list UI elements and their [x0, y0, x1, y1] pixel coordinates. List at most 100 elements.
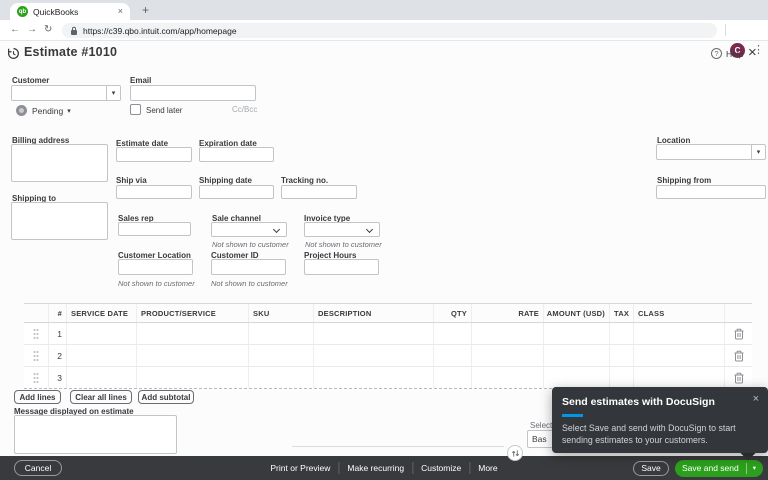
send-later-label: Send later [146, 106, 183, 115]
shipping-to-field[interactable] [11, 202, 108, 240]
chevron-down-icon: ▾ [67, 107, 71, 115]
add-lines-button[interactable]: Add lines [14, 390, 61, 404]
help-button[interactable]: ? Help [711, 48, 743, 59]
sales-rep-field[interactable] [118, 222, 191, 236]
cell-rate[interactable] [471, 345, 543, 366]
new-tab-button[interactable]: + [142, 3, 149, 17]
cell-class[interactable] [633, 345, 724, 366]
col-rate: RATE [471, 304, 543, 322]
col-sku: SKU [248, 304, 313, 322]
cell-sku[interactable] [248, 367, 313, 388]
cell-description[interactable] [313, 367, 433, 388]
cell-rate[interactable] [471, 367, 543, 388]
chevron-down-icon[interactable]: ▾ [751, 145, 765, 159]
cell-amount[interactable] [543, 345, 609, 366]
expiration-date-field[interactable] [199, 147, 274, 162]
shipping-from-field[interactable] [656, 185, 766, 199]
cancel-button[interactable]: Cancel [14, 460, 62, 476]
project-hours-field[interactable] [304, 259, 379, 275]
col-number: # [48, 304, 66, 322]
drag-handle-icon[interactable] [24, 367, 48, 388]
cell-sku[interactable] [248, 323, 313, 344]
cell-amount[interactable] [543, 367, 609, 388]
cell-class[interactable] [633, 367, 724, 388]
customize-button[interactable]: Customize [421, 463, 461, 473]
save-button[interactable]: Save [633, 460, 670, 476]
cell-tax[interactable] [609, 367, 633, 388]
tracking-no-label: Tracking no. [281, 176, 329, 185]
browser-toolbar: ← → ↻ https://c39.qbo.intuit.com/app/hom… [0, 20, 768, 58]
table-row[interactable]: 2 [24, 345, 752, 367]
cell-service-date[interactable] [66, 367, 136, 388]
cell-service-date[interactable] [66, 323, 136, 344]
cell-product-service[interactable] [136, 323, 248, 344]
cell-rate[interactable] [471, 323, 543, 344]
sale-channel-select[interactable] [211, 222, 287, 237]
col-qty: QTY [433, 304, 471, 322]
make-recurring-button[interactable]: Make recurring [347, 463, 404, 473]
popup-accent-bar [562, 414, 583, 417]
table-row[interactable]: 1 [24, 323, 752, 345]
cell-tax[interactable] [609, 345, 633, 366]
cell-description[interactable] [313, 345, 433, 366]
shipping-date-field[interactable] [199, 185, 274, 199]
delete-row-icon[interactable] [724, 323, 752, 344]
cell-sku[interactable] [248, 345, 313, 366]
refresh-icon[interactable]: ↻ [44, 24, 52, 35]
cell-amount[interactable] [543, 323, 609, 344]
address-bar[interactable]: https://c39.qbo.intuit.com/app/homepage [62, 23, 717, 38]
chevron-down-icon[interactable]: ▾ [753, 464, 756, 472]
drag-handle-icon[interactable] [24, 345, 48, 366]
print-or-preview-button[interactable]: Print or Preview [270, 463, 330, 473]
back-icon[interactable]: ← [10, 24, 20, 35]
cell-qty[interactable] [433, 345, 471, 366]
customer-id-field[interactable] [211, 259, 286, 275]
clear-all-lines-button[interactable]: Clear all lines [70, 390, 132, 404]
row-number: 2 [48, 345, 66, 366]
location-select[interactable]: ▾ [656, 144, 766, 160]
quickbooks-estimate-window: qb QuickBooks × + ← → ↻ https://c39.qbo.… [0, 0, 768, 480]
cell-tax[interactable] [609, 323, 633, 344]
status-badge[interactable]: Pending ▾ [16, 105, 71, 116]
save-and-send-button[interactable]: Save and send ▾ [675, 459, 763, 477]
lock-icon [71, 26, 77, 35]
send-later-checkbox[interactable] [130, 104, 141, 115]
popup-close-icon[interactable]: × [753, 393, 759, 405]
email-field[interactable] [130, 85, 256, 101]
forward-icon[interactable]: → [27, 24, 37, 35]
expand-totals-button[interactable] [507, 445, 523, 461]
message-field[interactable] [14, 415, 177, 454]
cell-description[interactable] [313, 323, 433, 344]
col-tax: TAX [609, 304, 633, 322]
col-description: DESCRIPTION [313, 304, 433, 322]
estimate-date-field[interactable] [116, 147, 192, 162]
cell-service-date[interactable] [66, 345, 136, 366]
row-number: 3 [48, 367, 66, 388]
cc-bcc-link[interactable]: Cc/Bcc [232, 105, 257, 114]
more-button[interactable]: More [478, 463, 497, 473]
invoice-type-select[interactable] [304, 222, 380, 237]
cell-product-service[interactable] [136, 345, 248, 366]
not-shown-note: Not shown to customer [305, 240, 382, 249]
cell-qty[interactable] [433, 367, 471, 388]
delete-row-icon[interactable] [724, 367, 752, 388]
tracking-no-field[interactable] [281, 185, 357, 199]
cell-qty[interactable] [433, 323, 471, 344]
docusign-popup: Send estimates with DocuSign × Select Sa… [552, 387, 768, 453]
chevron-down-icon[interactable]: ▾ [106, 86, 120, 100]
col-amount: AMOUNT (USD) [543, 304, 609, 322]
customer-select[interactable]: ▾ [11, 85, 121, 101]
billing-address-field[interactable] [11, 144, 108, 182]
tab-close-icon[interactable]: × [118, 7, 123, 16]
drag-handle-icon[interactable] [24, 323, 48, 344]
customer-location-field[interactable] [118, 259, 193, 275]
delete-row-icon[interactable] [724, 345, 752, 366]
close-icon[interactable]: × [748, 44, 757, 61]
add-subtotal-button[interactable]: Add subtotal [138, 390, 194, 404]
browser-tab[interactable]: qb QuickBooks × [10, 3, 130, 20]
footer-bar: Cancel Print or Preview Make recurring C… [0, 456, 768, 480]
ship-via-field[interactable] [116, 185, 192, 199]
table-row[interactable]: 3 [24, 367, 752, 389]
cell-product-service[interactable] [136, 367, 248, 388]
cell-class[interactable] [633, 323, 724, 344]
